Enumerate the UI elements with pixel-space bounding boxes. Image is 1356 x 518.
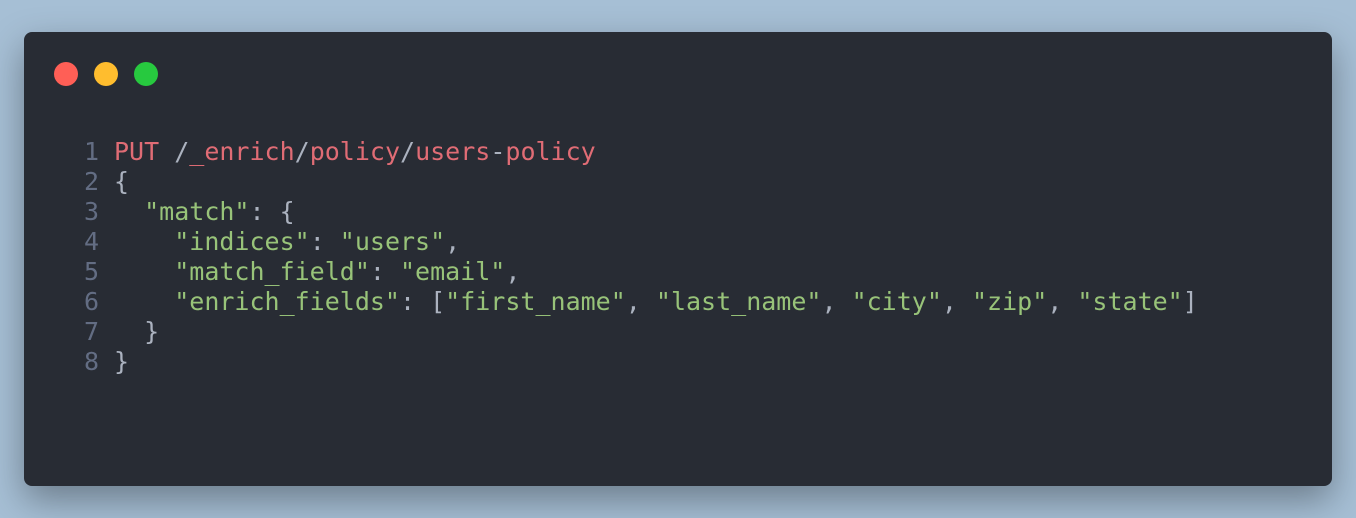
punctuation-token: / xyxy=(400,137,416,166)
line-number: 2 xyxy=(83,167,99,196)
code-window: 1 PUT /_enrich/policy/users-policy 2{3 "ma… xyxy=(24,32,1332,486)
string-token: "first_name" xyxy=(445,287,626,316)
punctuation-token: , xyxy=(821,287,852,316)
line-content: "enrich_fields": ["first_name", "last_na… xyxy=(114,287,1198,317)
code-line: 7 } xyxy=(24,317,1332,347)
string-token: "match_field" xyxy=(174,257,370,286)
punctuation-token: - xyxy=(490,137,506,166)
close-button[interactable] xyxy=(54,62,78,86)
punctuation-token: } xyxy=(114,347,130,376)
string-token: "city" xyxy=(851,287,942,316)
code-line: 8} xyxy=(24,347,1332,377)
string-token: "users" xyxy=(339,227,446,256)
line-content: "match_field": "email", xyxy=(114,257,520,287)
keyword-token: users xyxy=(415,137,491,166)
maximize-button[interactable] xyxy=(134,62,158,86)
line-content: } xyxy=(114,317,159,347)
minimize-button[interactable] xyxy=(94,62,118,86)
punctuation-token xyxy=(114,197,144,226)
string-token: "state" xyxy=(1077,287,1183,316)
punctuation-token xyxy=(114,257,174,286)
keyword-token: _enrich xyxy=(189,137,295,166)
code-line: 3 "match": { xyxy=(24,197,1332,227)
punctuation-token: : xyxy=(369,257,400,286)
punctuation-token xyxy=(114,287,174,316)
punctuation-token: / xyxy=(294,137,310,166)
string-token: "match" xyxy=(144,197,250,226)
punctuation-token: : [ xyxy=(400,287,446,316)
punctuation-token: , xyxy=(505,257,521,286)
punctuation-token: ] xyxy=(1182,287,1198,316)
punctuation-token: , xyxy=(625,287,656,316)
line-number: 1 xyxy=(83,137,99,166)
line-number: 5 xyxy=(83,257,99,286)
punctuation-token: / xyxy=(159,137,190,166)
keyword-token: PUT xyxy=(114,137,160,166)
punctuation-token: : { xyxy=(249,197,295,226)
string-token: "zip" xyxy=(972,287,1048,316)
line-content: { xyxy=(114,167,129,197)
string-token: "indices" xyxy=(174,227,310,256)
line-content: } xyxy=(114,347,129,377)
code-line: 1 PUT /_enrich/policy/users-policy xyxy=(24,137,1332,167)
string-token: "email" xyxy=(400,257,506,286)
line-number: 6 xyxy=(83,287,99,316)
code-block: 1 PUT /_enrich/policy/users-policy 2{3 "ma… xyxy=(24,137,1332,377)
line-content: "match": { xyxy=(114,197,295,227)
code-line: 2{ xyxy=(24,167,1332,197)
punctuation-token: , xyxy=(1047,287,1078,316)
line-number: 3 xyxy=(83,197,99,226)
line-number: 8 xyxy=(83,347,99,376)
punctuation-token: , xyxy=(445,227,461,256)
line-content: "indices": "users", xyxy=(114,227,460,257)
punctuation-token xyxy=(114,227,174,256)
punctuation-token: { xyxy=(114,167,130,196)
line-number: 7 xyxy=(83,317,99,346)
line-content: PUT /_enrich/policy/users-policy xyxy=(114,137,596,167)
keyword-token: policy xyxy=(505,137,596,166)
punctuation-token: } xyxy=(114,317,160,346)
code-line: 5 "match_field": "email", xyxy=(24,257,1332,287)
punctuation-token: : xyxy=(309,227,340,256)
string-token: "last_name" xyxy=(655,287,822,316)
punctuation-token: , xyxy=(941,287,972,316)
line-number: 4 xyxy=(83,227,99,256)
code-line: 4 "indices": "users", xyxy=(24,227,1332,257)
string-token: "enrich_fields" xyxy=(174,287,400,316)
code-line: 6 "enrich_fields": ["first_name", "last_… xyxy=(24,287,1332,317)
keyword-token: policy xyxy=(309,137,400,166)
